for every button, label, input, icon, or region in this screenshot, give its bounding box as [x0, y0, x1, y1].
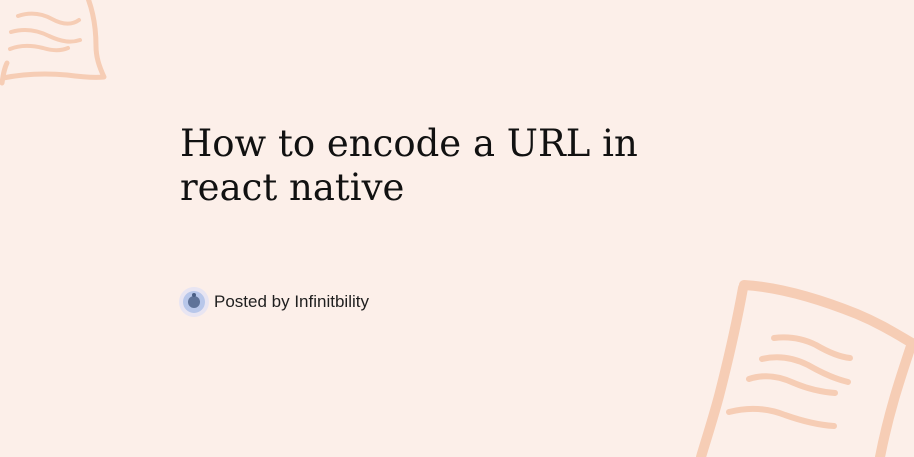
posted-by-text: Posted by Infinitbility — [214, 292, 369, 311]
author-byline: Posted by Infinitbility — [179, 286, 369, 318]
chat-bubble-doodle-icon — [0, 0, 107, 86]
avatar-dot — [192, 293, 196, 297]
avatar-icon — [183, 291, 205, 313]
page-title: How to encode a URL in react native — [180, 122, 638, 209]
avatar-core — [188, 296, 200, 308]
post-card: How to encode a URL in react native Post… — [0, 0, 914, 457]
avatar — [179, 287, 209, 317]
paper-note-doodle-icon — [696, 280, 914, 457]
